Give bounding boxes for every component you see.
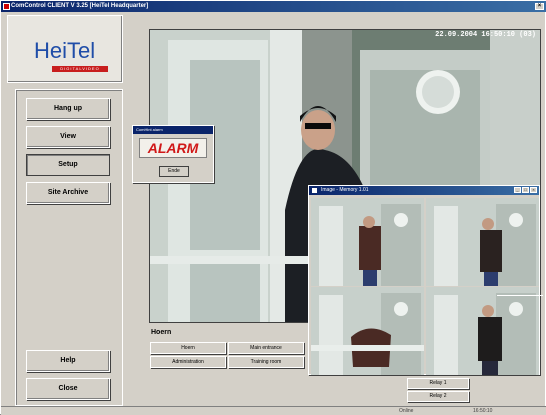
alarm-ende-button[interactable]: Ende: [159, 166, 189, 177]
camera-button-hoern[interactable]: Hoern: [150, 342, 226, 354]
menu-frame: Hang up View Setup Site Archive Help Clo…: [15, 89, 123, 406]
memory-thumbnail[interactable]: [426, 198, 539, 286]
memory-image-window: Image - Memory 1.01 _ □ ×: [308, 185, 540, 375]
main-window: ComControl CLIENT V 3.25 [HeiTel Headqua…: [0, 0, 546, 415]
relay-2-button[interactable]: Relay 2: [407, 391, 469, 402]
window-title: ComControl CLIENT V 3.25 [HeiTel Headqua…: [11, 3, 149, 9]
alarm-dialog: ComHint alarm ALARM Ende: [132, 125, 214, 183]
window-controls: _ □ ×: [514, 187, 537, 193]
hang-up-button[interactable]: Hang up: [26, 98, 110, 120]
logo-panel: HeiTel DIGITALVIDEO: [7, 15, 123, 83]
relay-1-button[interactable]: Relay 1: [407, 378, 469, 389]
app-icon: [3, 3, 10, 10]
minimize-icon[interactable]: _: [514, 187, 521, 193]
alarm-dialog-title: ComHint alarm: [133, 126, 213, 134]
status-time: 16:50:10: [473, 408, 493, 414]
close-button[interactable]: Close: [26, 378, 110, 400]
video-timestamp: 22.09.2004 16:50:10 (03): [435, 31, 536, 39]
thumbnail-image: [311, 287, 424, 375]
view-button[interactable]: View: [26, 126, 110, 148]
memory-thumbnail[interactable]: [311, 198, 424, 286]
alarm-message: ALARM: [139, 138, 207, 158]
thumbnail-image: [426, 198, 539, 286]
window-close-button[interactable]: ×: [535, 3, 544, 10]
help-button[interactable]: Help: [26, 350, 110, 372]
logo-text: HeiTel: [34, 38, 96, 63]
memory-window-title: Image - Memory 1.01: [321, 187, 369, 193]
title-bar: ComControl CLIENT V 3.25 [HeiTel Headqua…: [1, 1, 546, 12]
memory-thumbnail[interactable]: [311, 287, 424, 375]
logo-tagline: DIGITALVIDEO: [52, 66, 108, 72]
camera-button-administration[interactable]: Administration: [150, 356, 226, 368]
memory-window-titlebar: Image - Memory 1.01 _ □ ×: [309, 186, 539, 195]
thumbnail-image: [311, 198, 424, 286]
close-icon[interactable]: ×: [530, 187, 537, 193]
memory-thumbnail[interactable]: [426, 287, 539, 375]
window-icon: [312, 188, 317, 193]
site-label: Hoern: [151, 329, 172, 336]
camera-button-main-entrance[interactable]: Main entrance: [228, 342, 304, 354]
site-archive-button[interactable]: Site Archive: [26, 182, 110, 204]
connection-status: Online: [399, 408, 414, 414]
annotation-line: [497, 295, 543, 296]
setup-button[interactable]: Setup: [26, 154, 110, 176]
maximize-icon[interactable]: □: [522, 187, 529, 193]
camera-button-training-room[interactable]: Training room: [228, 356, 304, 368]
thumbnail-image: [426, 287, 539, 375]
